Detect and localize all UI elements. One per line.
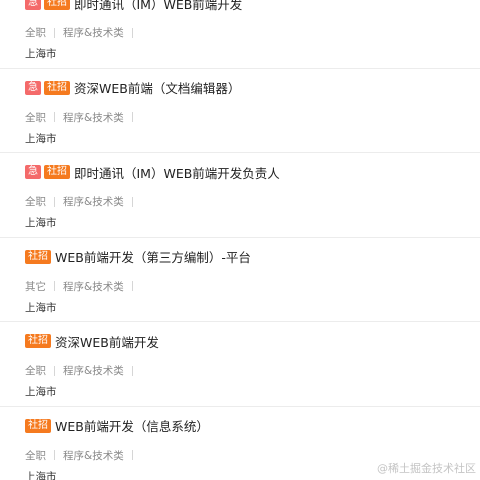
job-meta: 其它 程序&技术类	[25, 279, 141, 294]
job-item-4[interactable]: 社招 WEB前端开发（第三方编制）-平台 其它 程序&技术类 上海市	[0, 238, 480, 322]
job-list: 急 社招 即时通讯（IM）WEB前端开发 全职 程序&技术类 上海市 急 社招 …	[0, 0, 480, 480]
meta-divider	[131, 281, 133, 291]
job-field: 程序&技术类	[63, 365, 124, 377]
job-item-3[interactable]: 急 社招 即时通讯（IM）WEB前端开发负责人 全职 程序&技术类 上海市	[0, 153, 480, 238]
social-hire-tag: 社招	[44, 165, 70, 179]
job-title[interactable]: 资深WEB前端开发	[55, 332, 159, 351]
job-item-2[interactable]: 急 社招 资深WEB前端（文档编辑器） 全职 程序&技术类 上海市	[0, 69, 480, 153]
job-title-row: 急 社招 即时通讯（IM）WEB前端开发	[25, 0, 242, 13]
social-hire-tag: 社招	[25, 334, 51, 348]
job-title-row: 急 社招 资深WEB前端（文档编辑器）	[25, 80, 240, 96]
job-field: 程序&技术类	[63, 196, 124, 208]
job-field: 程序&技术类	[63, 280, 124, 293]
job-field: 程序&技术类	[63, 27, 124, 39]
urgent-tag: 急	[25, 0, 41, 10]
meta-divider	[54, 112, 55, 122]
watermark-text: @稀土掘金技术社区	[377, 462, 476, 475]
job-meta: 全职 程序&技术类	[25, 363, 141, 378]
job-meta: 全职 程序&技术类	[25, 110, 141, 125]
job-meta: 全职 程序&技术类	[25, 448, 141, 463]
job-category: 全职	[25, 196, 46, 208]
job-title[interactable]: WEB前端开发（信息系统）	[55, 416, 209, 435]
job-title-row: 急 社招 即时通讯（IM）WEB前端开发负责人	[25, 163, 280, 182]
job-category: 全职	[25, 449, 46, 462]
job-item-1[interactable]: 急 社招 即时通讯（IM）WEB前端开发 全职 程序&技术类 上海市	[0, 0, 480, 69]
meta-divider	[54, 365, 55, 376]
meta-divider	[131, 450, 133, 460]
job-location: 上海市	[25, 470, 57, 480]
job-title-row: 社招 WEB前端开发（第三方编制）-平台	[25, 249, 251, 265]
social-hire-tag: 社招	[44, 0, 70, 10]
job-meta: 全职 程序&技术类	[25, 194, 141, 209]
job-title[interactable]: 资深WEB前端（文档编辑器）	[74, 78, 240, 97]
meta-divider	[131, 196, 133, 207]
job-location: 上海市	[25, 132, 57, 145]
meta-divider	[54, 27, 55, 38]
job-title[interactable]: 即时通讯（IM）WEB前端开发	[74, 0, 242, 13]
job-location: 上海市	[25, 301, 57, 314]
job-title-row: 社招 资深WEB前端开发	[25, 332, 159, 351]
job-title-row: 社招 WEB前端开发（信息系统）	[25, 418, 209, 434]
meta-divider	[131, 27, 133, 38]
job-field: 程序&技术类	[63, 449, 124, 462]
social-hire-tag: 社招	[25, 249, 51, 264]
urgent-tag: 急	[25, 165, 41, 179]
job-field: 程序&技术类	[63, 111, 124, 124]
job-meta: 全职 程序&技术类	[25, 25, 141, 40]
meta-divider	[54, 281, 55, 291]
job-category: 全职	[25, 27, 46, 39]
job-location: 上海市	[25, 48, 57, 60]
job-title[interactable]: 即时通讯（IM）WEB前端开发负责人	[74, 163, 280, 182]
urgent-tag: 急	[25, 80, 41, 95]
job-item-5[interactable]: 社招 资深WEB前端开发 全职 程序&技术类 上海市	[0, 322, 480, 407]
meta-divider	[54, 196, 55, 207]
job-category: 全职	[25, 365, 46, 377]
meta-divider	[54, 450, 55, 460]
job-location: 上海市	[25, 386, 57, 398]
job-location: 上海市	[25, 217, 57, 229]
meta-divider	[131, 112, 133, 122]
meta-divider	[131, 365, 133, 376]
social-hire-tag: 社招	[25, 418, 51, 433]
job-category: 其它	[25, 280, 46, 293]
job-listing-page: 急 社招 即时通讯（IM）WEB前端开发 全职 程序&技术类 上海市 急 社招 …	[0, 0, 480, 480]
job-title[interactable]: WEB前端开发（第三方编制）-平台	[55, 247, 251, 266]
job-category: 全职	[25, 111, 46, 124]
social-hire-tag: 社招	[44, 80, 70, 95]
